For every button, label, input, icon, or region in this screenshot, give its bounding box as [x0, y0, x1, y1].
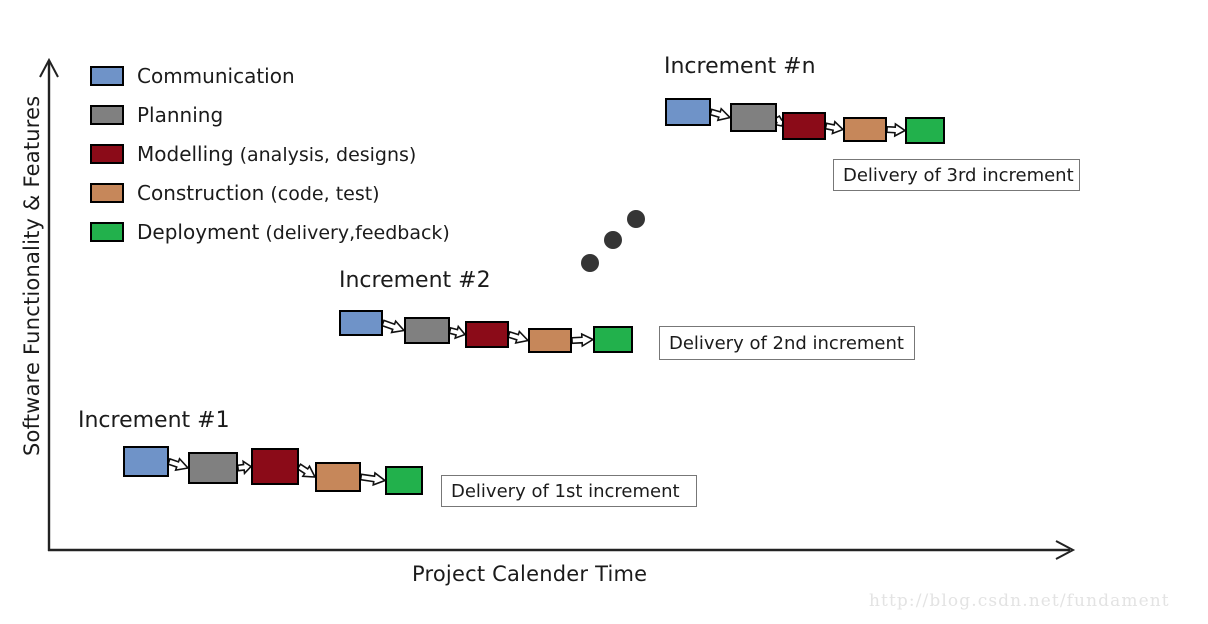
- watermark: http://blog.csdn.net/fundament: [869, 591, 1170, 611]
- modelling-swatch: [90, 143, 124, 164]
- phase-arrow: [824, 120, 845, 135]
- legend-item-communication: Communication: [90, 56, 450, 95]
- construction-swatch: [90, 182, 124, 203]
- increment-1-box-modelling: [251, 448, 299, 485]
- diagram-canvas: Software Functionality & Features Projec…: [0, 0, 1208, 624]
- increment-2-delivery-label: Delivery of 2nd increment: [659, 326, 915, 360]
- legend-item-detail: (analysis, designs): [233, 143, 417, 166]
- increment-2-title: Increment #2: [339, 268, 491, 293]
- ellipsis-dot-1: [581, 254, 599, 272]
- legend-item-label: Construction (code, test): [137, 180, 380, 205]
- phase-arrow: [236, 459, 253, 476]
- phase-arrow: [709, 107, 732, 122]
- legend: Communication Planning Modelling (analysis…: [90, 56, 450, 251]
- phase-arrow: [359, 471, 387, 487]
- increment-1-box-communication: [123, 446, 169, 477]
- legend-item-modelling: Modelling (analysis, designs): [90, 134, 450, 173]
- increment-1-box-construction: [315, 462, 361, 492]
- ellipsis-dot-3: [627, 210, 645, 228]
- phase-arrow: [448, 324, 467, 340]
- increment-n-box-construction: [843, 117, 887, 142]
- increment-1-title: Increment #1: [78, 408, 230, 433]
- communication-swatch: [90, 65, 124, 86]
- phase-arrow: [571, 332, 595, 348]
- deployment-swatch: [90, 221, 124, 242]
- legend-item-detail: (code, test): [264, 182, 380, 205]
- phase-arrow: [886, 122, 907, 138]
- legend-item-construction: Construction (code, test): [90, 173, 450, 212]
- phase-arrow: [507, 329, 530, 344]
- legend-item-label: Planning: [137, 102, 224, 127]
- x-axis-label: Project Calender Time: [412, 562, 648, 586]
- legend-item-label: Modelling (analysis, designs): [137, 141, 417, 166]
- increment-n-box-modelling: [782, 112, 826, 140]
- increment-n-title: Increment #n: [664, 54, 816, 79]
- increment-n-box-deployment: [905, 117, 945, 144]
- ellipsis-dot-2: [604, 231, 622, 249]
- increment-n-delivery-label: Delivery of 3rd increment: [833, 159, 1080, 191]
- increment-1-delivery-label: Delivery of 1st increment: [441, 475, 697, 507]
- increment-2-box-planning: [404, 317, 450, 344]
- x-axis: [48, 540, 1076, 560]
- planning-swatch: [90, 104, 124, 125]
- legend-item-planning: Planning: [90, 95, 450, 134]
- increment-2-box-deployment: [593, 326, 633, 353]
- increment-1-box-deployment: [385, 466, 423, 495]
- y-axis-label: Software Functionality & Features: [20, 95, 44, 456]
- legend-item-label: Communication: [137, 63, 295, 88]
- phase-arrow: [381, 319, 406, 334]
- increment-n-box-planning: [730, 103, 777, 132]
- phase-arrow: [167, 457, 190, 472]
- increment-1-box-planning: [188, 452, 238, 484]
- legend-item-detail: (delivery,feedback): [259, 221, 450, 244]
- increment-2-box-modelling: [465, 321, 509, 348]
- legend-item-label: Deployment (delivery,feedback): [137, 219, 450, 244]
- increment-n-box-communication: [665, 98, 711, 126]
- increment-2-box-construction: [528, 328, 572, 353]
- increment-2-box-communication: [339, 310, 383, 336]
- legend-item-deployment: Deployment (delivery,feedback): [90, 212, 450, 251]
